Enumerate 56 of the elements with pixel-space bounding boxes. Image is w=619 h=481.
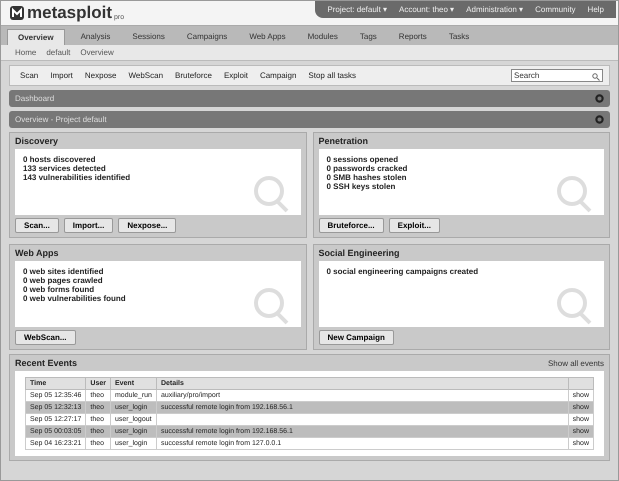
logo-name: metasploit	[27, 5, 112, 21]
nav-tab[interactable]: Analysis	[70, 29, 120, 45]
toolbar-button[interactable]: Stop all tasks	[304, 70, 360, 81]
panel-button[interactable]: Import...	[64, 218, 114, 233]
toolbar-button[interactable]: Scan	[16, 70, 42, 81]
top-menu-link[interactable]: Community	[535, 5, 576, 14]
breadcrumb-link[interactable]: Home	[15, 48, 36, 57]
logo-icon	[9, 5, 25, 21]
stat-text: 0 web forms found	[23, 285, 96, 294]
stat-text: 143 vulnerabilities identified	[23, 173, 132, 182]
stat-text: 0 web pages crawled	[23, 276, 104, 285]
panel-title: Web Apps	[15, 248, 60, 258]
nav-tab[interactable]: Tasks	[438, 29, 480, 45]
toggle-icon[interactable]	[595, 94, 604, 103]
stat-text: 0 web vulnerabilities found	[23, 294, 127, 303]
nav-tab[interactable]: Modules	[298, 29, 348, 45]
toolbar-button[interactable]: Campaign	[256, 70, 300, 81]
stat-text: 0 SSH keys stolen	[326, 182, 396, 191]
panel-title: Penetration	[318, 136, 370, 146]
panel-button[interactable]: Nexpose...	[118, 218, 176, 233]
panel-title: Recent Events	[15, 358, 78, 368]
top-menu-link[interactable]: Administration ▾	[466, 5, 524, 14]
nav-tab[interactable]: Web Apps	[239, 29, 296, 45]
panel-button[interactable]: New Campaign	[318, 330, 394, 345]
panel-title: Social Engineering	[318, 248, 401, 258]
top-menu-link[interactable]: Project: default ▾	[327, 5, 388, 14]
stat-text: 0 web sites identified	[23, 267, 104, 276]
top-menu-link[interactable]: Help	[588, 5, 604, 14]
toolbar-button[interactable]: Nexpose	[80, 70, 120, 81]
nav-tab[interactable]: Overview	[7, 29, 65, 45]
breadcrumb-link[interactable]: Overview	[80, 48, 114, 57]
toolbar-button[interactable]: Exploit	[220, 70, 252, 81]
panel-title: Discovery	[15, 136, 60, 146]
nav-tab[interactable]: Tags	[350, 29, 387, 45]
toolbar-button[interactable]: WebScan	[124, 70, 168, 81]
panel-button[interactable]: Scan...	[15, 218, 59, 233]
stat-text: 133 services detected	[23, 164, 107, 173]
search-icon	[592, 73, 600, 81]
top-menu-link[interactable]: Account: theo ▾	[399, 5, 454, 14]
stat-text: 0 sessions opened	[326, 155, 400, 164]
panel-button[interactable]: Bruteforce...	[318, 218, 384, 233]
show-all-link[interactable]: Show all events	[548, 358, 604, 368]
panel-button[interactable]: WebScan...	[15, 330, 76, 345]
panel-button[interactable]: Exploit...	[388, 218, 440, 233]
nav-tab[interactable]: Campaigns	[176, 29, 238, 45]
toolbar-button[interactable]: Bruteforce	[171, 70, 216, 81]
stat-text: 0 hosts discovered	[23, 155, 96, 164]
nav-tab[interactable]: Reports	[388, 29, 437, 45]
toolbar-button[interactable]: Import	[46, 70, 77, 81]
search-field[interactable]: Search	[511, 69, 603, 82]
breadcrumb-link[interactable]: default	[46, 48, 70, 57]
stat-text: 0 SMB hashes stolen	[326, 173, 408, 182]
nav-tab[interactable]: Sessions	[122, 29, 175, 45]
stat-text: 0 passwords cracked	[326, 164, 408, 173]
stat-text: 0 social engineering campaigns created	[326, 267, 480, 276]
toggle-icon[interactable]	[595, 115, 604, 124]
